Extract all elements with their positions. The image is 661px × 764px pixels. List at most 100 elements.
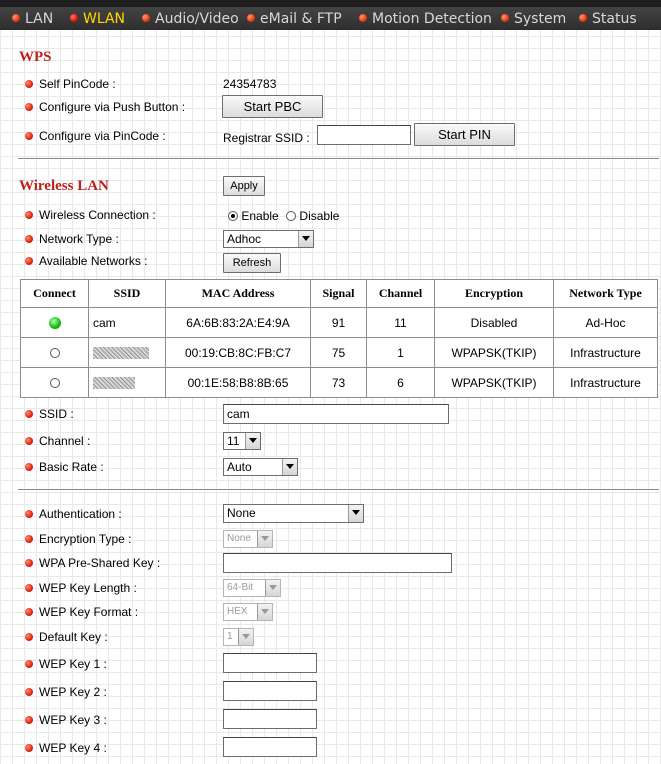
wep-key-4-input[interactable] [223,737,317,757]
nav-bullet-icon [142,14,150,22]
enable-radio[interactable] [228,211,238,221]
bullet-icon [25,744,33,752]
table-header-row: Connect SSID MAC Address Signal Channel … [20,279,658,308]
encryption-type-label: Encryption Type : [25,532,132,546]
wep-key-length-select[interactable]: 64-Bit [223,579,281,597]
bullet-icon [25,437,33,445]
connect-radio[interactable] [49,377,60,388]
col-header-network-type: Network Type [553,279,658,308]
connect-cell[interactable] [20,307,89,338]
nav-bullet-icon [70,14,78,22]
nav-item-system[interactable]: System [501,11,566,27]
available-networks-table: Connect SSID MAC Address Signal Channel … [20,279,658,398]
push-button-label: Configure via Push Button : [25,100,185,114]
nav-item-wlan[interactable]: WLAN [70,11,125,27]
nav-bullet-icon [579,14,587,22]
self-pincode-label: Self PinCode : [25,77,116,91]
bullet-icon [25,633,33,641]
disable-radio[interactable] [286,211,297,221]
table-row[interactable]: cam 6A:6B:83:2A:E4:9A 91 11 Disabled Ad-… [20,307,658,338]
registrar-ssid-input[interactable] [317,125,411,145]
wep-key-1-input[interactable] [223,653,317,673]
bullet-icon [25,235,33,243]
bullet-icon [25,510,33,518]
encryption-cell: WPAPSK(TKIP) [434,337,554,368]
ssid-input[interactable] [223,404,449,424]
ssid-cell: cam [88,307,166,338]
network-type-cell: Ad-Hoc [553,307,658,338]
channel-cell: 6 [366,367,435,398]
pincode-label: Configure via PinCode : [25,129,166,143]
wep-key-length-label: WEP Key Length : [25,581,137,595]
authentication-select[interactable]: None [223,504,364,523]
default-key-select[interactable]: 1 [223,628,254,646]
nav-bullet-icon [501,14,509,22]
wep-key-3-label: WEP Key 3 : [25,713,107,727]
nav-bullet-icon [247,14,255,22]
wpa-key-label: WPA Pre-Shared Key : [25,556,160,570]
wep-key-2-label: WEP Key 2 : [25,685,107,699]
nav-item-audio-video[interactable]: Audio/Video [142,11,239,27]
nav-item-motion-detection[interactable]: Motion Detection [359,11,492,27]
section-divider [18,489,659,491]
bullet-icon [25,211,33,219]
connect-cell[interactable] [20,337,89,368]
start-pbc-button[interactable]: Start PBC [222,95,323,118]
col-header-connect: Connect [20,279,89,308]
bullet-icon [25,410,33,418]
bullet-icon [25,584,33,592]
signal-cell: 91 [310,307,367,338]
col-header-encryption: Encryption [434,279,554,308]
available-networks-label: Available Networks : [25,254,148,268]
bullet-icon [25,80,33,88]
basic-rate-label: Basic Rate : [25,460,104,474]
bullet-icon [25,257,33,265]
wep-key-2-input[interactable] [223,681,317,701]
redacted-ssid [93,377,135,390]
wep-key-4-label: WEP Key 4 : [25,741,107,755]
wpa-key-input[interactable] [223,553,452,573]
network-type-cell: Infrastructure [553,337,658,368]
channel-cell: 11 [366,307,435,338]
wep-key-3-input[interactable] [223,709,317,729]
wep-key-format-select[interactable]: HEX [223,603,273,621]
chevron-down-icon [257,531,272,547]
bullet-icon [25,535,33,543]
connect-radio[interactable] [49,347,60,358]
network-type-select[interactable]: Adhoc [223,230,314,248]
authentication-label: Authentication : [25,507,122,521]
nav-item-lan[interactable]: LAN [12,11,53,27]
start-pin-button[interactable]: Start PIN [414,123,515,146]
mac-cell: 6A:6B:83:2A:E4:9A [165,307,311,338]
channel-select[interactable]: 11 [223,432,261,450]
basic-rate-select[interactable]: Auto [223,458,298,476]
section-divider [18,158,659,160]
table-row[interactable]: 00:19:CB:8C:FB:C7 75 1 WPAPSK(TKIP) Infr… [20,337,658,368]
top-nav: LAN WLAN Audio/Video eMail & FTP Motion … [0,0,661,30]
ssid-cell [88,337,166,368]
nav-bullet-icon [359,14,367,22]
bullet-icon [25,463,33,471]
nav-item-email-ftp[interactable]: eMail & FTP [247,11,342,27]
refresh-button[interactable]: Refresh [223,253,281,273]
chevron-down-icon [265,580,280,596]
col-header-channel: Channel [366,279,435,308]
wep-key-1-label: WEP Key 1 : [25,657,107,671]
nav-item-status[interactable]: Status [579,11,637,27]
nav-bullet-icon [12,14,20,22]
mac-cell: 00:1E:58:B8:8B:65 [165,367,311,398]
apply-button[interactable]: Apply [223,176,265,196]
disable-radio-label[interactable]: Disable [299,209,339,223]
col-header-ssid: SSID [88,279,166,308]
self-pincode-value: 24354783 [223,77,277,91]
enable-radio-label[interactable]: Enable [241,209,278,223]
mac-cell: 00:19:CB:8C:FB:C7 [165,337,311,368]
wireless-connection-radios: Enable Disable [228,209,339,223]
col-header-signal: Signal [310,279,367,308]
encryption-type-select[interactable]: None [223,530,273,548]
connect-cell[interactable] [20,367,89,398]
top-banner [0,0,661,7]
bullet-icon [25,559,33,567]
table-row[interactable]: 00:1E:58:B8:8B:65 73 6 WPAPSK(TKIP) Infr… [20,367,658,398]
wps-title: WPS [19,49,52,65]
